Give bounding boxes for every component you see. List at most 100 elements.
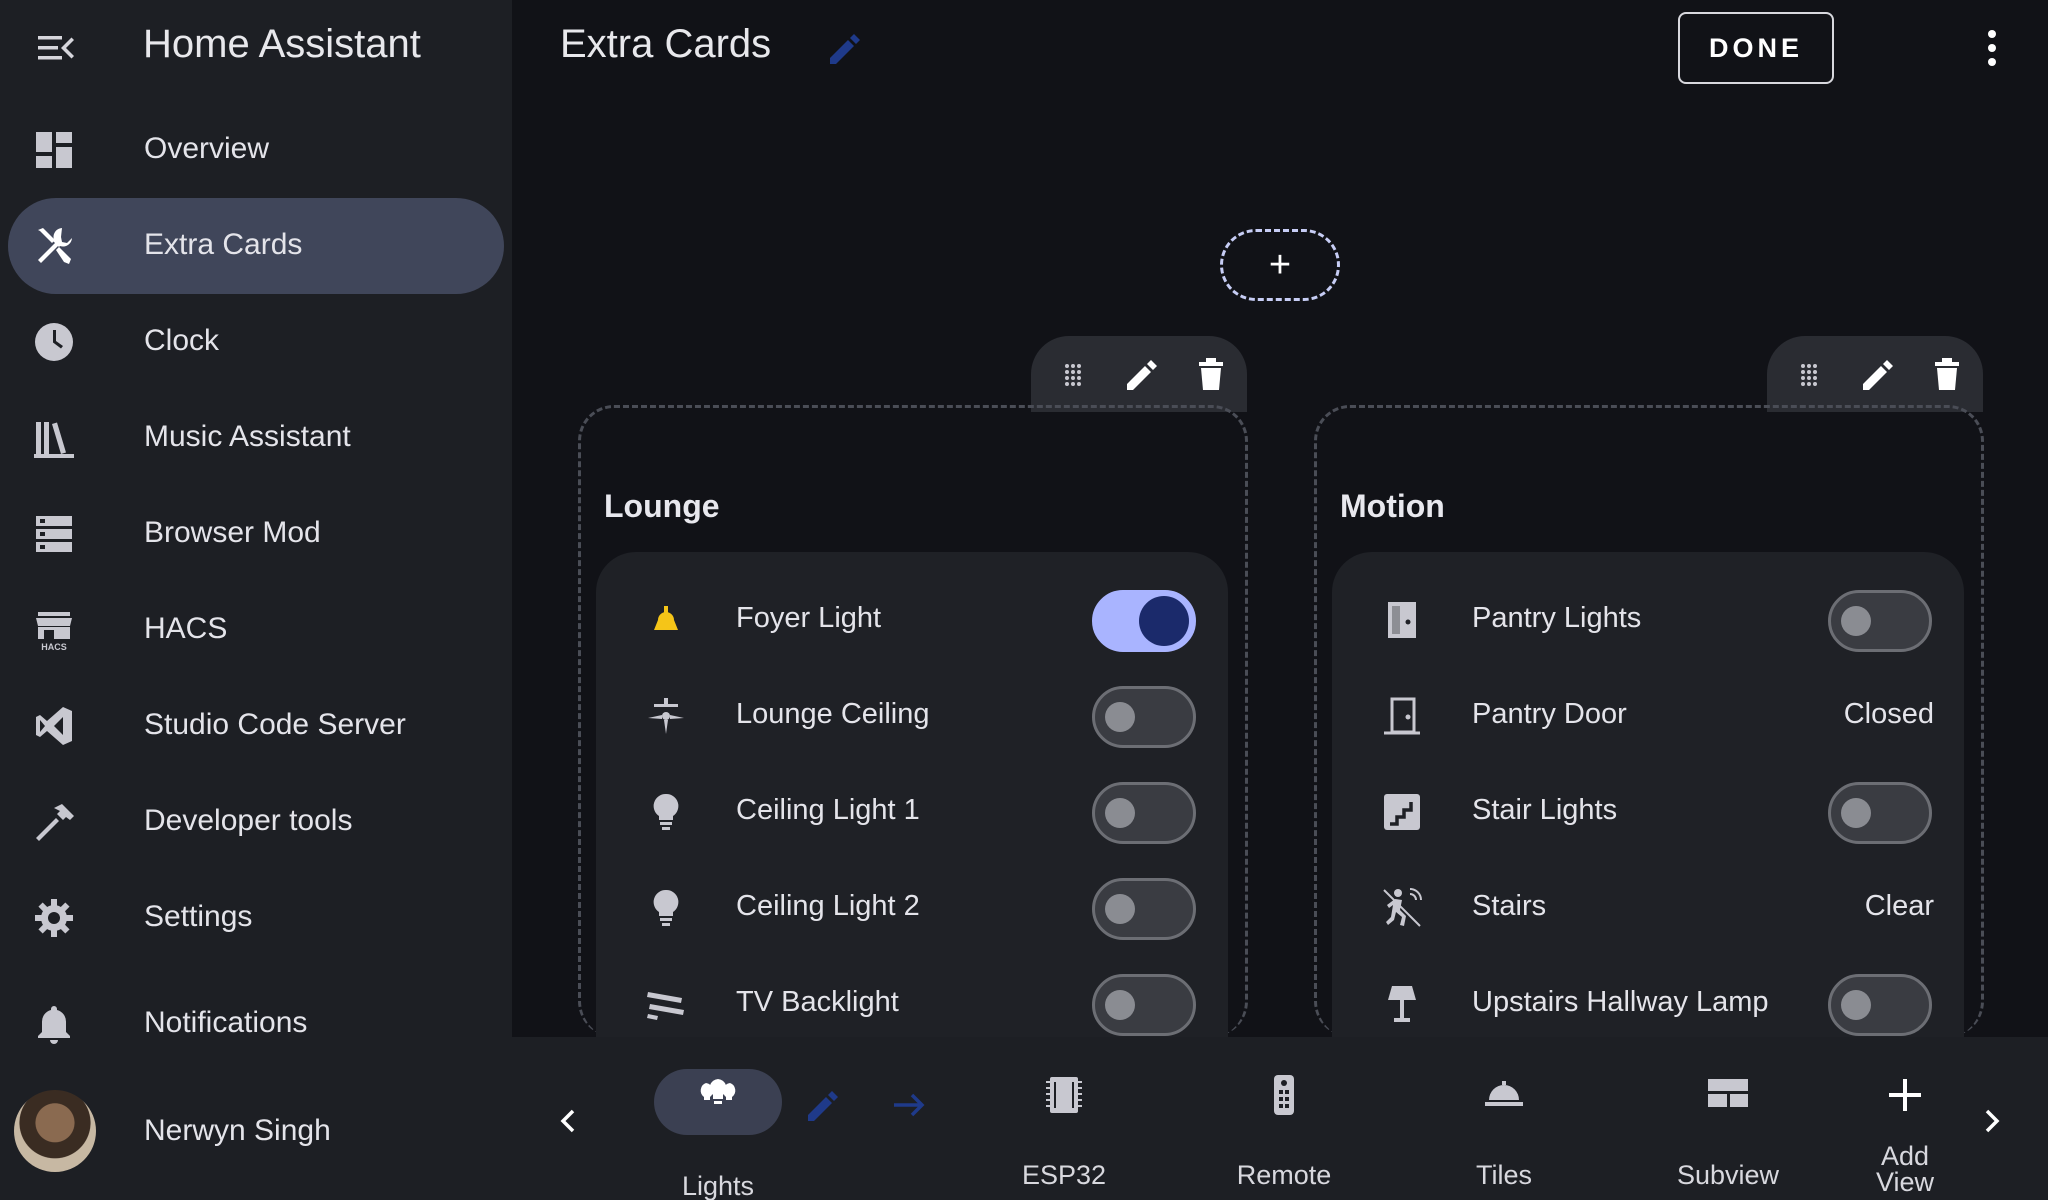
sidebar-item-notifications[interactable]: Notifications [0, 976, 512, 1072]
tools-icon [32, 224, 76, 268]
lightbulb-icon [644, 790, 688, 834]
motion-sensor-icon [1380, 886, 1424, 930]
user-name: Nerwyn Singh [144, 1114, 331, 1147]
sidebar-item-clock[interactable]: Clock [0, 294, 512, 390]
sidebar-item-hacs[interactable]: HACS HACS [0, 582, 512, 678]
toggle-switch-off[interactable] [1828, 782, 1932, 844]
scroll-right-chevron-icon[interactable] [1972, 1101, 2012, 1141]
entity-row-pantry-lights[interactable]: Pantry Lights [1332, 572, 1964, 668]
edit-card-pencil-icon[interactable] [1121, 354, 1161, 394]
sidebar-item-label: Notifications [144, 1006, 308, 1039]
ceiling-light-icon [644, 598, 688, 642]
lightbulb-icon [644, 886, 688, 930]
tab-lights[interactable]: Lights [658, 1065, 778, 1200]
sidebar-item-label: Browser Mod [144, 516, 321, 549]
sidebar-header: Home Assistant [0, 0, 512, 92]
entity-name: Upstairs Hallway Lamp [1472, 986, 1769, 1018]
drag-handle-icon[interactable] [1053, 354, 1093, 394]
library-icon [32, 416, 76, 460]
dashboard-icon [32, 128, 76, 172]
entity-row-lounge-ceiling[interactable]: Lounge Ceiling [596, 668, 1228, 764]
tab-tiles[interactable]: Tiles [1444, 1065, 1564, 1190]
edit-dashboard-pencil-icon[interactable] [824, 28, 864, 68]
delete-card-icon[interactable] [1927, 354, 1967, 394]
card-title-lounge: Lounge [604, 488, 720, 524]
more-options-icon[interactable] [1972, 26, 2012, 70]
tab-remote[interactable]: Remote [1224, 1065, 1344, 1190]
page-title: Extra Cards [560, 22, 772, 66]
sidebar-item-developer-tools[interactable]: Developer tools [0, 774, 512, 870]
svg-text:HACS: HACS [41, 642, 67, 652]
card-edit-toolbar-lounge [1031, 336, 1247, 412]
sidebar-item-overview[interactable]: Overview [0, 102, 512, 198]
sidebar-item-extra-cards[interactable]: Extra Cards [0, 198, 512, 294]
toggle-switch-off[interactable] [1092, 878, 1196, 940]
drag-handle-icon[interactable] [1789, 354, 1829, 394]
clock-icon [32, 320, 76, 364]
entity-row-pantry-door[interactable]: Pantry Door Closed [1332, 668, 1964, 764]
lamp-icon [1380, 982, 1424, 1026]
view-tab-bar: Lights ESP32 Remote Tiles Subview Add Vie… [512, 1037, 2048, 1200]
tab-label: Remote [1236, 1160, 1332, 1190]
menu-collapse-icon[interactable] [36, 28, 76, 68]
entity-state: Closed [1843, 698, 1934, 730]
entity-row-ceiling-light-2[interactable]: Ceiling Light 2 [596, 860, 1228, 956]
edit-view-pencil-icon[interactable] [802, 1085, 842, 1125]
tab-label: Subview [1676, 1160, 1780, 1190]
sidebar-item-label: HACS [144, 612, 228, 645]
bell-icon [32, 1002, 76, 1046]
sidebar-item-label: Studio Code Server [144, 708, 406, 741]
sidebar-item-studio-code-server[interactable]: Studio Code Server [0, 678, 512, 774]
tab-label: Lights [681, 1171, 755, 1200]
remote-icon [1262, 1073, 1306, 1117]
toggle-switch-off[interactable] [1828, 974, 1932, 1036]
door-light-icon [1380, 598, 1424, 642]
add-section-button[interactable]: + [1220, 229, 1340, 301]
entity-state: Clear [1864, 890, 1934, 922]
toggle-switch-off[interactable] [1092, 686, 1196, 748]
server-icon [32, 512, 76, 556]
entity-name: Foyer Light [736, 602, 882, 634]
led-strip-icon [644, 982, 688, 1026]
move-view-arrow-icon[interactable] [890, 1085, 930, 1125]
hammer-icon [32, 800, 76, 844]
tab-add-view[interactable]: Add View [1850, 1065, 1960, 1196]
entities-card-motion: Pantry Lights Pantry Door Closed Stair L… [1332, 552, 1964, 1037]
sidebar-item-settings[interactable]: Settings [0, 870, 512, 966]
entity-name: TV Backlight [736, 986, 899, 1018]
tab-subview[interactable]: Subview [1660, 1065, 1796, 1190]
entity-row-foyer-light[interactable]: Foyer Light [596, 572, 1228, 668]
entity-row-stair-lights[interactable]: Stair Lights [1332, 764, 1964, 860]
scroll-left-chevron-icon[interactable] [548, 1101, 588, 1141]
avatar [14, 1090, 96, 1172]
sidebar-item-label: Overview [144, 132, 270, 165]
entity-row-ceiling-light-1[interactable]: Ceiling Light 1 [596, 764, 1228, 860]
entity-name: Stair Lights [1472, 794, 1618, 826]
toggle-switch-off[interactable] [1828, 590, 1932, 652]
toggle-switch-off[interactable] [1092, 974, 1196, 1036]
tab-label: Add View [1850, 1143, 1960, 1197]
door-icon [1380, 694, 1424, 738]
tab-esp32[interactable]: ESP32 [1004, 1065, 1124, 1190]
hacs-icon: HACS [32, 608, 76, 652]
sidebar-item-label: Music Assistant [144, 420, 351, 453]
gear-icon [32, 896, 76, 940]
plus-icon [1883, 1073, 1927, 1117]
delete-card-icon[interactable] [1191, 354, 1231, 394]
sidebar-nav: Overview Extra Cards Clock Music Assista… [0, 102, 512, 966]
sidebar-item-label: Extra Cards [144, 228, 303, 261]
tab-label-line-2: View [1875, 1167, 1935, 1197]
toggle-switch-off[interactable] [1092, 782, 1196, 844]
sidebar-item-label: Developer tools [144, 804, 353, 837]
entity-row-stairs[interactable]: Stairs Clear [1332, 860, 1964, 956]
chip-icon [1042, 1073, 1086, 1117]
toggle-switch-on[interactable] [1092, 590, 1196, 652]
tab-label: Tiles [1475, 1160, 1532, 1190]
done-button[interactable]: DONE [1678, 12, 1834, 84]
sidebar-item-browser-mod[interactable]: Browser Mod [0, 486, 512, 582]
edit-card-pencil-icon[interactable] [1857, 354, 1897, 394]
sidebar-item-music-assistant[interactable]: Music Assistant [0, 390, 512, 486]
sidebar-item-label: Settings [144, 900, 253, 933]
view-dashboard-icon [1706, 1073, 1750, 1117]
sidebar-user-profile[interactable]: Nerwyn Singh [0, 1080, 512, 1180]
